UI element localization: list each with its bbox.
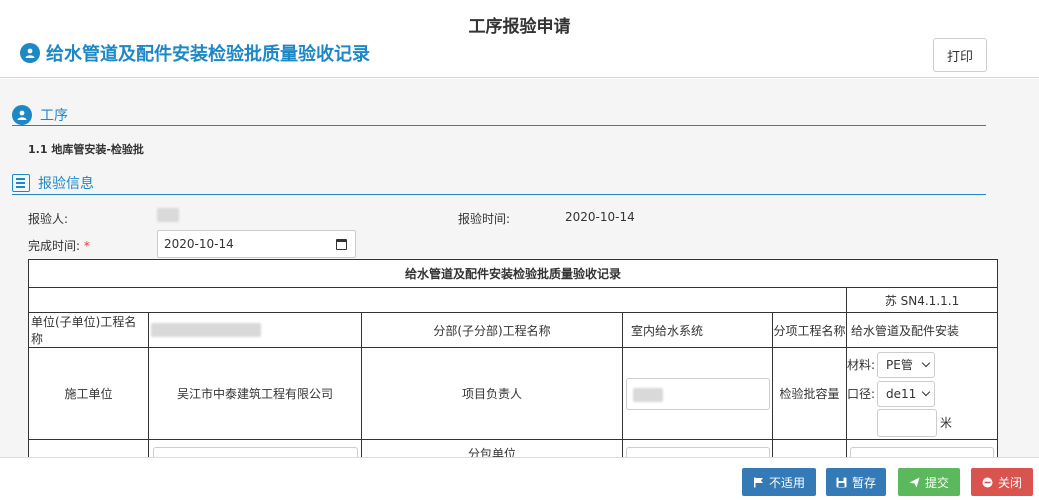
not-applicable-button[interactable]: 不适用 xyxy=(742,468,816,496)
construction-unit-label: 施工单位 xyxy=(28,347,149,440)
reporter-label: 报验人: xyxy=(28,212,69,226)
header: 工序报验申请 给水管道及配件安装检验批质量验收记录 打印 xyxy=(0,0,1039,78)
finish-time-input[interactable]: 2020-10-14 xyxy=(157,230,356,258)
record-code: 苏 SN4.1.1.1 xyxy=(845,287,999,313)
unit-project-name-redacted xyxy=(151,323,261,337)
subcontract-leader-input[interactable] xyxy=(625,446,770,457)
info-section-header: 报验信息 xyxy=(12,172,94,194)
subcontract-row-label xyxy=(28,439,149,457)
calendar-icon[interactable] xyxy=(336,239,347,250)
info-section-title: 报验信息 xyxy=(38,176,94,192)
user-circle-icon xyxy=(12,105,32,125)
page-title: 工序报验申请 xyxy=(468,17,571,37)
close-button[interactable]: 关闭 xyxy=(971,468,1033,496)
caliber-label: 口径: xyxy=(847,387,876,401)
finish-time-label: 完成时间: * xyxy=(28,239,90,253)
capacity-input[interactable] xyxy=(877,408,937,437)
save-draft-button[interactable]: 暂存 xyxy=(826,468,886,496)
record-table: 给水管道及配件安装检验批质量验收记录 苏 SN4.1.1.1 单位(子单位)工程… xyxy=(27,259,999,457)
process-section-title: 工序 xyxy=(40,108,68,124)
caliber-select[interactable]: de11 xyxy=(877,380,936,407)
blank-cell xyxy=(772,439,847,457)
subcontract-input[interactable] xyxy=(152,446,358,457)
section-divider xyxy=(12,194,986,195)
close-icon xyxy=(982,477,993,487)
meter-unit: 米 xyxy=(940,416,953,430)
project-leader-label: 项目负责人 xyxy=(361,347,623,440)
project-leader-input[interactable] xyxy=(625,377,770,410)
chevron-down-icon xyxy=(921,358,931,368)
subitem-value: 给水管道及配件安装 xyxy=(845,312,999,348)
material-label: 材料: xyxy=(847,358,876,372)
print-button[interactable]: 打印 xyxy=(933,38,987,72)
required-mark: * xyxy=(83,239,90,253)
flag-icon xyxy=(753,477,763,487)
subcontract-label: 分包单位 xyxy=(361,439,623,457)
process-section-header: 工序 xyxy=(12,104,68,126)
extra-input[interactable] xyxy=(850,446,995,457)
batch-capacity-label: 检验批容量 xyxy=(772,347,847,440)
subitem-label: 分项工程名称 xyxy=(772,312,847,348)
division-label: 分部(子分部)工程名称 xyxy=(361,312,623,348)
process-item: 1.1 地库管安装-检验批 xyxy=(28,143,144,156)
reporter-name-redacted xyxy=(157,208,179,222)
project-leader-cell[interactable] xyxy=(622,347,773,440)
unit-project-label: 单位(子单位)工程名称 xyxy=(28,312,149,348)
division-value: 室内给水系统 xyxy=(622,312,773,348)
list-icon xyxy=(12,174,30,192)
save-icon xyxy=(836,477,847,487)
user-circle-icon xyxy=(20,43,40,63)
chevron-down-icon xyxy=(921,387,931,397)
form-content: 工序 1.1 地库管安装-检验批 报验信息 报验人: 报验时间: 2020-10… xyxy=(0,79,1039,457)
subcontract-leader-cell[interactable] xyxy=(622,439,773,457)
form-title: 给水管道及配件安装检验批质量验收记录 xyxy=(46,44,370,65)
material-select[interactable]: PE管 xyxy=(877,351,936,378)
section-divider xyxy=(12,125,986,126)
project-leader-redacted xyxy=(632,387,663,402)
blank-input-cell[interactable] xyxy=(845,439,999,457)
report-time-value: 2020-10-14 xyxy=(565,210,635,224)
unit-project-cell[interactable] xyxy=(148,312,362,348)
send-icon xyxy=(909,477,920,487)
footer-actions: 不适用 暂存 提交 关闭 xyxy=(0,457,1039,500)
report-time-label: 报验时间: xyxy=(458,212,511,226)
subcontract-cell[interactable] xyxy=(148,439,362,457)
sub-title-bar: 给水管道及配件安装检验批质量验收记录 xyxy=(20,40,370,66)
blank-cell xyxy=(28,287,847,313)
record-table-title: 给水管道及配件安装检验批质量验收记录 xyxy=(27,259,999,288)
construction-unit-value: 吴江市中泰建筑工程有限公司 xyxy=(148,347,362,440)
submit-button[interactable]: 提交 xyxy=(898,468,960,496)
batch-capacity-cell: 材料: PE管 口径: de11 米 xyxy=(845,347,999,440)
